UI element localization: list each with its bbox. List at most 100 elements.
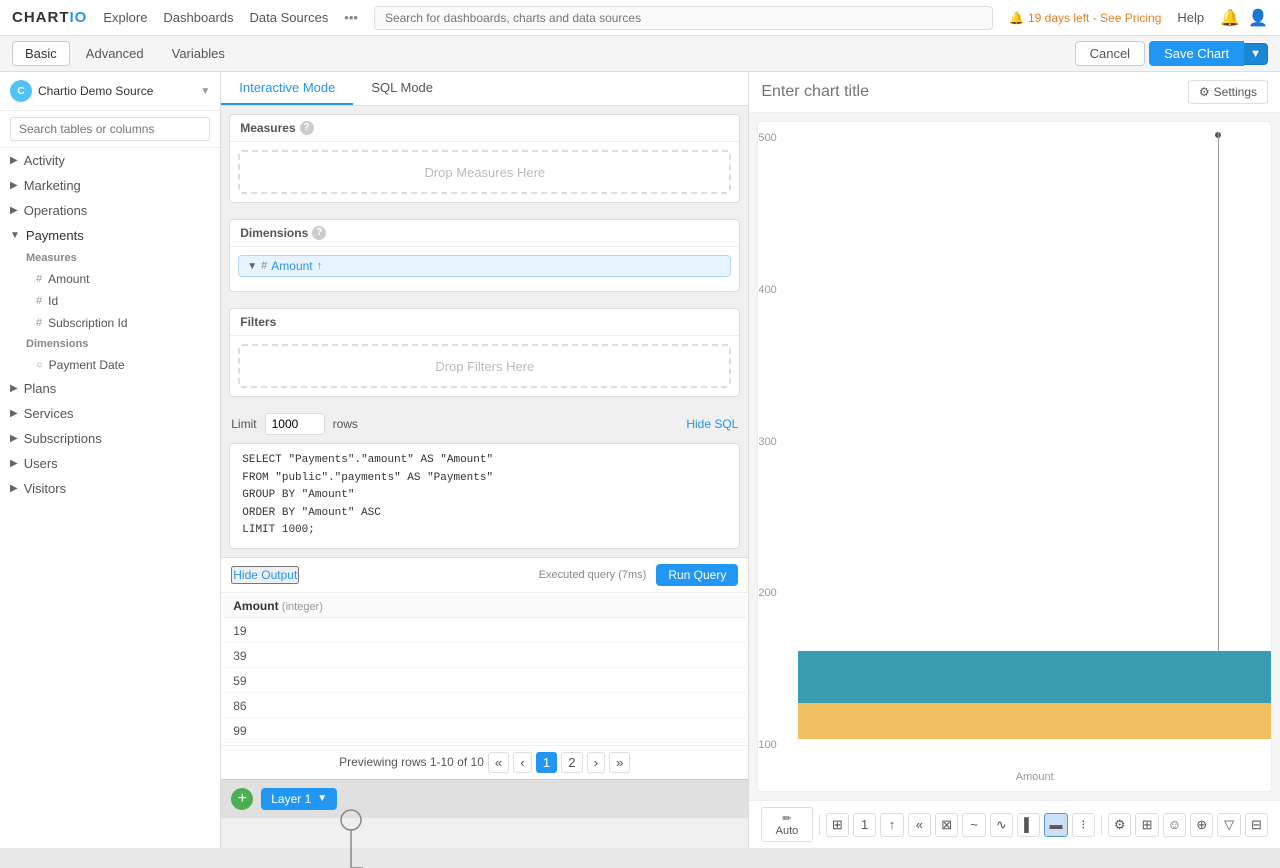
tab-advanced[interactable]: Advanced <box>74 42 156 65</box>
toolbar-hbar-icon[interactable]: ▬ <box>1044 813 1067 837</box>
notifications-icon[interactable]: 🔔 <box>1220 8 1240 28</box>
toolbar-layout-icon[interactable]: ⊟ <box>1245 813 1268 837</box>
dimensions-header: Dimensions ? <box>230 220 739 247</box>
toolbar-scatter-icon[interactable]: ⁝ <box>1072 813 1095 837</box>
hide-sql-button[interactable]: Hide SQL <box>686 417 738 431</box>
tree-item-payments[interactable]: ▼ Payments <box>0 223 220 248</box>
toolbar-bar-icon[interactable]: ▌ <box>1017 813 1040 837</box>
source-select[interactable]: C Chartio Demo Source ▼ <box>0 72 220 111</box>
toolbar-smiley-icon[interactable]: ☺ <box>1163 813 1186 837</box>
circle-icon: ○ <box>36 359 43 371</box>
page-next-button[interactable]: › <box>587 752 605 773</box>
nav-dashboards[interactable]: Dashboards <box>163 10 233 25</box>
page-2-button[interactable]: 2 <box>561 752 582 773</box>
page-first-button[interactable]: « <box>488 752 509 773</box>
filters-dropzone[interactable]: Drop Filters Here <box>230 336 739 396</box>
toolbar-table-icon[interactable]: ⊞ <box>826 813 849 837</box>
dimension-item-amount: ▼ # Amount ↑ <box>238 255 731 277</box>
toolbar-wave-icon[interactable]: ~ <box>962 813 985 837</box>
output-panel: Hide Output Executed query (7ms) Run Que… <box>221 557 748 779</box>
run-query-button[interactable]: Run Query <box>656 564 738 586</box>
leaf-payment-date[interactable]: ○Payment Date <box>16 354 220 376</box>
tree-item-marketing[interactable]: ▶ Marketing <box>0 173 220 198</box>
tab-interactive-mode[interactable]: Interactive Mode <box>221 72 353 105</box>
settings-button[interactable]: ⚙ Settings <box>1188 80 1268 104</box>
dimensions-body: ▼ # Amount ↑ <box>230 247 739 291</box>
y-label-200: 200 <box>758 587 794 599</box>
tab-basic[interactable]: Basic <box>12 41 70 66</box>
chevron-right-icon: ▶ <box>10 458 18 469</box>
tree-item-label: Plans <box>24 381 211 396</box>
nav-more[interactable]: ••• <box>344 10 358 25</box>
tree-item-plans[interactable]: ▶ Plans <box>0 376 220 401</box>
toolbar-grid-icon[interactable]: ⊠ <box>935 813 958 837</box>
search-tables <box>0 111 220 148</box>
toolbar-filter-icon[interactable]: ⚙ <box>1108 813 1131 837</box>
sort-asc-icon[interactable]: ↑ <box>317 260 323 272</box>
tab-sql-mode[interactable]: SQL Mode <box>353 72 451 105</box>
layer-name: Layer 1 <box>271 792 311 806</box>
tree-item-label: Visitors <box>24 481 211 496</box>
cancel-button[interactable]: Cancel <box>1075 41 1145 66</box>
toolbar-left-icon[interactable]: « <box>908 813 931 837</box>
tree-item-subscriptions[interactable]: ▶ Subscriptions <box>0 426 220 451</box>
chevron-right-icon: ▶ <box>10 155 18 166</box>
toolbar-funnel-icon[interactable]: ▽ <box>1217 813 1240 837</box>
chevron-right-icon: ▶ <box>10 433 18 444</box>
tree-item-visitors[interactable]: ▶ Visitors <box>0 476 220 501</box>
output-table: Amount (integer) 1939598699 <box>221 593 748 745</box>
column-header-amount: Amount (integer) <box>223 595 746 618</box>
y-label-500: 500 <box>758 132 794 144</box>
toolbar-line-icon[interactable]: ∿ <box>990 813 1013 837</box>
tree-item-operations[interactable]: ▶ Operations <box>0 198 220 223</box>
toolbar-circle-icon[interactable]: ⊕ <box>1190 813 1213 837</box>
layer-1-tab[interactable]: Layer 1 ▼ <box>261 788 337 810</box>
sql-content[interactable]: SELECT "Payments"."amount" AS "Amount" F… <box>230 444 739 548</box>
table-row: 39 <box>223 645 746 668</box>
leaf-amount[interactable]: #Amount <box>16 268 220 290</box>
limit-label: Limit <box>231 417 256 431</box>
tab-variables[interactable]: Variables <box>160 42 237 65</box>
chart-bar-teal <box>798 651 1271 703</box>
hide-output-button[interactable]: Hide Output <box>231 566 299 584</box>
tree-item-users[interactable]: ▶ Users <box>0 451 220 476</box>
tree-item-services[interactable]: ▶ Services <box>0 401 220 426</box>
dimensions-info-icon[interactable]: ? <box>312 226 326 240</box>
page-prev-button[interactable]: ‹ <box>513 752 531 773</box>
sub-nav: Basic Advanced Variables Cancel Save Cha… <box>0 36 1280 72</box>
tree-item-label: Services <box>24 406 211 421</box>
tree-item-activity[interactable]: ▶ Activity <box>0 148 220 173</box>
save-chart-caret[interactable]: ▼ <box>1244 43 1268 65</box>
nav-datasources[interactable]: Data Sources <box>250 10 329 25</box>
filters-drop-zone[interactable]: Drop Filters Here <box>238 344 731 388</box>
user-icon[interactable]: 👤 <box>1248 8 1268 28</box>
add-layer-button[interactable]: + <box>231 788 253 810</box>
hash-icon: # <box>261 260 267 272</box>
measures-dropzone[interactable]: Drop Measures Here <box>230 142 739 202</box>
leaf-subscription-id[interactable]: #Subscription Id <box>16 312 220 334</box>
tree-item-label: Payments <box>26 228 210 243</box>
toolbar-auto-button[interactable]: ✏ Auto <box>761 807 812 842</box>
measures-drop-zone[interactable]: Drop Measures Here <box>238 150 731 194</box>
help-link[interactable]: Help <box>1177 10 1204 25</box>
toolbar-group-icon[interactable]: ⊞ <box>1135 813 1158 837</box>
nav-explore[interactable]: Explore <box>103 10 147 25</box>
table-search-input[interactable] <box>10 117 210 141</box>
page-last-button[interactable]: » <box>609 752 630 773</box>
page-1-button[interactable]: 1 <box>536 752 557 773</box>
chevron-right-icon: ▶ <box>10 408 18 419</box>
save-chart-button[interactable]: Save Chart <box>1149 41 1244 66</box>
dimension-caret-icon[interactable]: ▼ <box>247 261 257 272</box>
tree-item-label: Users <box>24 456 211 471</box>
global-search-input[interactable] <box>374 6 993 30</box>
measures-info-icon[interactable]: ? <box>300 121 314 135</box>
toolbar-1-icon[interactable]: 1 <box>853 813 876 837</box>
alert-message: 🔔 19 days left - See Pricing <box>1009 11 1161 25</box>
filters-header: Filters <box>230 309 739 336</box>
query-status: Executed query (7ms) <box>539 569 647 581</box>
measures-section-title: Measures <box>16 248 220 268</box>
limit-input[interactable] <box>265 413 325 435</box>
chart-title-input[interactable] <box>761 83 1188 101</box>
leaf-id[interactable]: #Id <box>16 290 220 312</box>
toolbar-up-icon[interactable]: ↑ <box>880 813 903 837</box>
